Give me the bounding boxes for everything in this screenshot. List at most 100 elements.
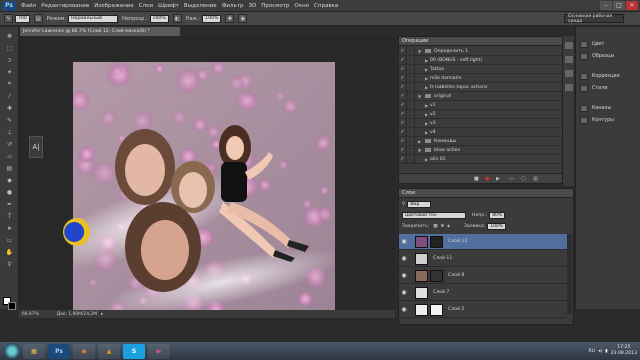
dock-color[interactable]: Цвет — [576, 39, 640, 49]
brush-panel-icon[interactable]: ▤ — [33, 14, 43, 23]
actions-panel-title[interactable]: Операции — [402, 38, 428, 44]
tray-network-icon[interactable]: ▮ — [605, 349, 608, 354]
dodge-tool-icon[interactable]: ● — [4, 187, 15, 197]
action-row[interactable]: ✓ ▶ v4 — [399, 127, 573, 137]
brush-size-picker[interactable]: 700 — [15, 14, 30, 23]
taskbar-skype-icon[interactable]: S — [123, 343, 145, 359]
action-toggle-checkbox[interactable]: ✓ — [399, 55, 407, 65]
action-row[interactable]: ✓ ▶ v3 — [399, 118, 573, 128]
layer-thumbnail[interactable] — [415, 252, 428, 265]
character-panel-icon[interactable]: A| — [29, 136, 43, 158]
brush-tool-icon[interactable]: ✎ — [4, 115, 15, 125]
menu-image[interactable]: Изображение — [94, 3, 134, 9]
action-dialog-toggle[interactable] — [407, 73, 415, 83]
action-toggle-checkbox[interactable]: ✓ — [399, 127, 407, 137]
layer-mask-thumbnail[interactable] — [430, 269, 443, 282]
layer-opacity-input[interactable]: 80% — [489, 211, 505, 219]
play-icon[interactable]: ▶ — [496, 176, 500, 182]
document-canvas[interactable] — [73, 62, 335, 312]
pressure-opacity-icon[interactable]: ◐ — [172, 14, 182, 23]
menu-file[interactable]: Файл — [21, 3, 36, 9]
action-toggle-checkbox[interactable]: ✓ — [399, 100, 407, 110]
action-toggle-checkbox[interactable]: ✓ — [399, 91, 407, 101]
action-toggle-checkbox[interactable]: ✓ — [399, 109, 407, 119]
taskbar-media-player-icon[interactable]: ▶ — [148, 343, 170, 359]
character-icon[interactable] — [565, 84, 573, 91]
layer-row[interactable]: ◉ Слой 8 — [399, 268, 567, 284]
healing-tool-icon[interactable]: ✚ — [4, 103, 15, 113]
move-tool-icon[interactable]: ✥ — [4, 31, 15, 41]
action-dialog-toggle[interactable] — [407, 55, 415, 65]
layer-row[interactable]: ◉ Слой 11 — [399, 251, 567, 267]
action-row[interactable]: ✓ ▶ Команды — [399, 136, 573, 146]
taskbar-vlc-icon[interactable]: ▲ — [98, 343, 120, 359]
action-row[interactable]: ✓ ▶ mila damiatin — [399, 73, 573, 83]
mode-select[interactable]: Нормальный — [68, 14, 119, 23]
taskbar-firefox-icon[interactable]: ◉ — [73, 343, 95, 359]
action-dialog-toggle[interactable] — [407, 91, 415, 101]
menu-filter[interactable]: Фильтр — [222, 3, 244, 9]
background-color-swatch[interactable] — [8, 302, 16, 310]
blur-tool-icon[interactable]: ◆ — [4, 175, 15, 185]
layers-panel-title[interactable]: Слои — [402, 190, 415, 196]
collapse-arrow-icon[interactable]: ▼ — [418, 49, 423, 54]
menu-3d[interactable]: 3D — [248, 3, 256, 9]
action-dialog-toggle[interactable] — [407, 109, 415, 119]
action-dialog-toggle[interactable] — [407, 145, 415, 155]
collapse-arrow-icon[interactable]: ▼ — [418, 94, 423, 99]
lock-pixels-icon[interactable]: ▦ — [433, 224, 437, 229]
layer-visibility-eye-icon[interactable]: ◉ — [399, 255, 409, 262]
layer-visibility-eye-icon[interactable]: ◉ — [399, 272, 409, 279]
layer-thumbnail[interactable] — [415, 235, 428, 248]
clock[interactable]: 17:25 23.08.2013 — [611, 345, 637, 357]
action-row[interactable]: ✓ ▶ v1 — [399, 100, 573, 110]
history-panel-icon[interactable] — [565, 42, 573, 49]
action-row[interactable]: ✓ ▼ Определить 1 — [399, 46, 573, 56]
airbrush-icon[interactable]: ✺ — [225, 14, 235, 23]
shape-tool-icon[interactable]: ▭ — [4, 235, 15, 245]
action-toggle-checkbox[interactable]: ✓ — [399, 145, 407, 155]
action-dialog-toggle[interactable] — [407, 82, 415, 92]
action-row[interactable]: ✓ ▼ original — [399, 91, 573, 101]
layer-name[interactable]: Слой 8 — [448, 273, 464, 278]
action-toggle-checkbox[interactable]: ✓ — [399, 64, 407, 74]
eyedropper-tool-icon[interactable]: ⁄ — [4, 91, 15, 101]
language-indicator[interactable]: RU — [588, 349, 595, 354]
action-row[interactable]: ✓ ▶ alin 01 — [399, 154, 573, 164]
action-toggle-checkbox[interactable]: ✓ — [399, 73, 407, 83]
maximize-button[interactable]: □ — [613, 1, 625, 10]
action-dialog-toggle[interactable] — [407, 127, 415, 137]
action-dialog-toggle[interactable] — [407, 154, 415, 164]
path-select-tool-icon[interactable]: ➤ — [4, 223, 15, 233]
expand-arrow-icon[interactable]: ▶ — [418, 139, 423, 144]
layer-mask-thumbnail[interactable] — [430, 303, 443, 316]
pressure-size-icon[interactable]: ◉ — [238, 14, 248, 23]
zoom-tool-icon[interactable]: ⚲ — [4, 259, 15, 269]
brush-tool-icon[interactable]: ✎ — [4, 14, 13, 23]
brush-presets-icon[interactable] — [565, 70, 573, 77]
trash-icon[interactable]: ▥ — [533, 176, 538, 182]
layers-scrollbar[interactable] — [567, 234, 572, 314]
eraser-tool-icon[interactable]: ▱ — [4, 151, 15, 161]
action-dialog-toggle[interactable] — [407, 100, 415, 110]
layer-name[interactable]: Слой 7 — [433, 290, 449, 295]
menu-select[interactable]: Выделение — [184, 3, 217, 9]
document-tab[interactable]: Jennifer Lawrence @ 66.7% (Слой 12, Слой… — [20, 27, 180, 36]
tray-volume-icon[interactable]: ◂) — [598, 349, 602, 354]
pen-tool-icon[interactable]: ✒ — [4, 199, 15, 209]
dock-styles[interactable]: Стили — [576, 83, 640, 93]
layer-filter-select[interactable]: Вид — [407, 200, 432, 208]
action-toggle-checkbox[interactable]: ✓ — [399, 136, 407, 146]
menu-window[interactable]: Окно — [294, 3, 309, 9]
layer-name[interactable]: Слой 12 — [448, 239, 467, 244]
layer-visibility-eye-icon[interactable]: ◉ — [399, 238, 409, 245]
close-button[interactable]: ✕ — [626, 1, 638, 10]
actions-panel-icon[interactable] — [565, 56, 573, 63]
menu-help[interactable]: Справка — [314, 3, 338, 9]
gradient-tool-icon[interactable]: ▤ — [4, 163, 15, 173]
dock-paths[interactable]: Контуры — [576, 115, 640, 125]
layer-row[interactable]: ◉ Слой 7 — [399, 285, 567, 301]
marquee-tool-icon[interactable]: ⬚ — [4, 43, 15, 53]
action-dialog-toggle[interactable] — [407, 64, 415, 74]
layer-name[interactable]: Слой 11 — [433, 256, 452, 261]
